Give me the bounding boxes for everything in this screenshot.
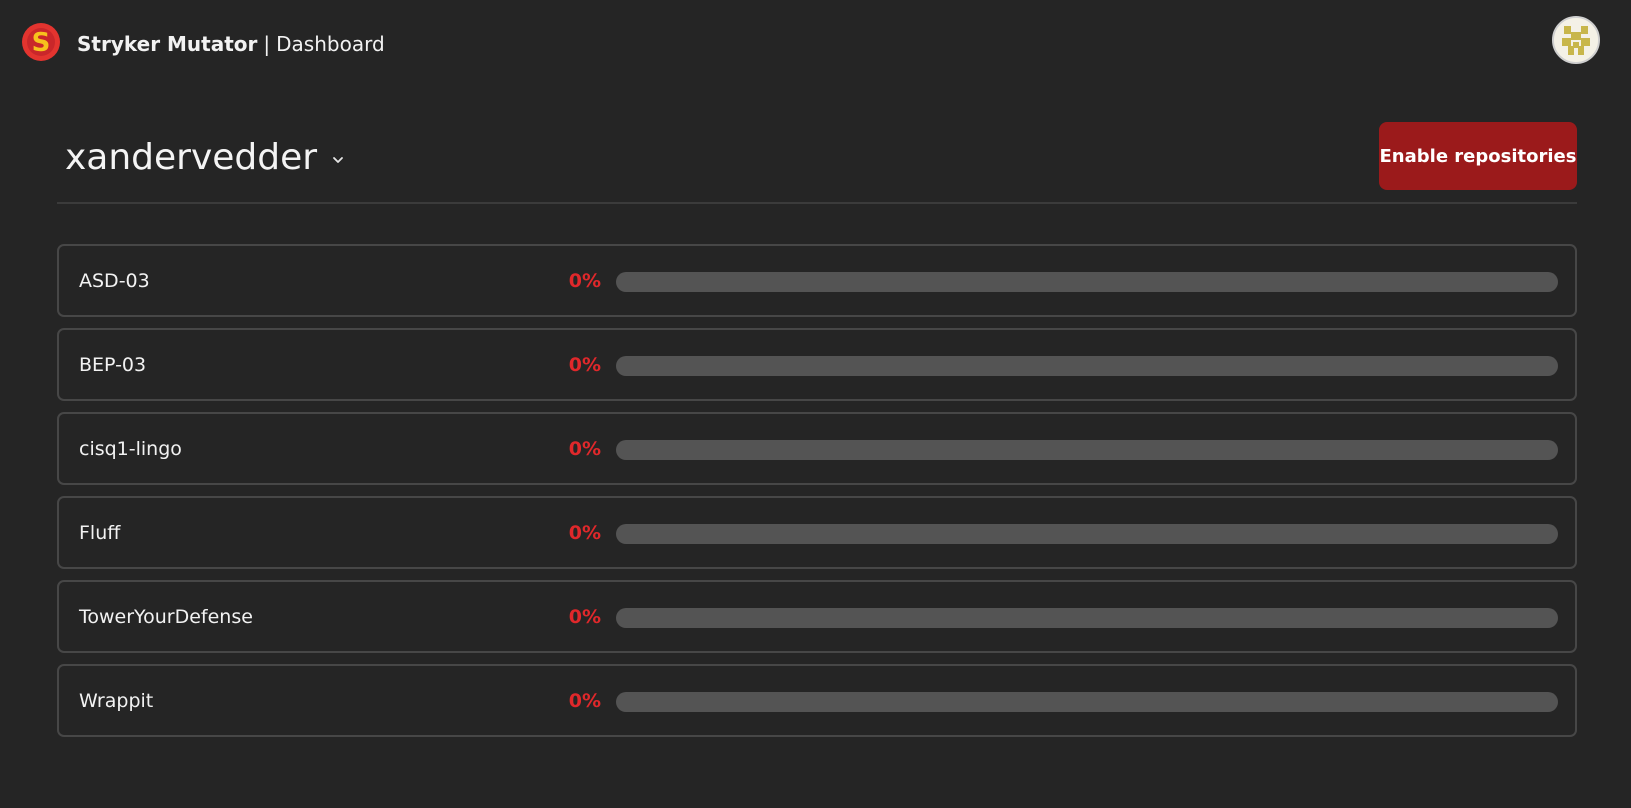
repository-list: ASD-03 0% BEP-03 0% cisq1-lingo 0% Fluff 0% Towe… [57, 244, 1577, 748]
app-title[interactable]: Stryker Mutator | Dashboard [77, 31, 385, 57]
repository-name: cisq1-lingo [79, 438, 182, 460]
mutation-score-bar [616, 524, 1558, 544]
repository-item[interactable]: ASD-03 0% [57, 244, 1577, 317]
svg-text:S: S [32, 28, 51, 58]
repository-item[interactable]: BEP-03 0% [57, 328, 1577, 401]
repository-name: TowerYourDefense [79, 606, 253, 628]
mutation-score-bar [616, 440, 1558, 460]
enable-repositories-button[interactable]: Enable repositories [1379, 122, 1577, 190]
mutation-score-bar [616, 692, 1558, 712]
repository-name: Fluff [79, 522, 121, 544]
app-name: Stryker Mutator [77, 32, 258, 56]
repository-name: Wrappit [79, 690, 154, 712]
user-avatar-icon[interactable] [1552, 16, 1600, 64]
organization-selector[interactable]: xandervedder [65, 136, 345, 180]
organization-header: xandervedder Enable repositories [57, 118, 1577, 204]
top-bar: S Stryker Mutator | Dashboard [0, 0, 1631, 88]
mutation-score-bar [616, 272, 1558, 292]
repository-item[interactable]: Fluff 0% [57, 496, 1577, 569]
chevron-down-icon [333, 157, 343, 163]
page-title: Dashboard [276, 32, 385, 56]
avatar-identicon [1554, 18, 1598, 62]
mutation-score-bar [616, 608, 1558, 628]
repository-item[interactable]: cisq1-lingo 0% [57, 412, 1577, 485]
mutation-score: 0% [568, 438, 601, 460]
repository-name: BEP-03 [79, 354, 147, 376]
title-separator: | [263, 32, 271, 56]
mutation-score: 0% [568, 690, 601, 712]
organization-name: xandervedder [65, 137, 318, 178]
repository-name: ASD-03 [79, 270, 150, 292]
mutation-score-bar [616, 356, 1558, 376]
mutation-score: 0% [568, 522, 601, 544]
repository-item[interactable]: TowerYourDefense 0% [57, 580, 1577, 653]
stryker-logo-icon[interactable]: S [21, 22, 61, 62]
mutation-score: 0% [568, 354, 601, 376]
repository-item[interactable]: Wrappit 0% [57, 664, 1577, 737]
mutation-score: 0% [568, 270, 601, 292]
mutation-score: 0% [568, 606, 601, 628]
